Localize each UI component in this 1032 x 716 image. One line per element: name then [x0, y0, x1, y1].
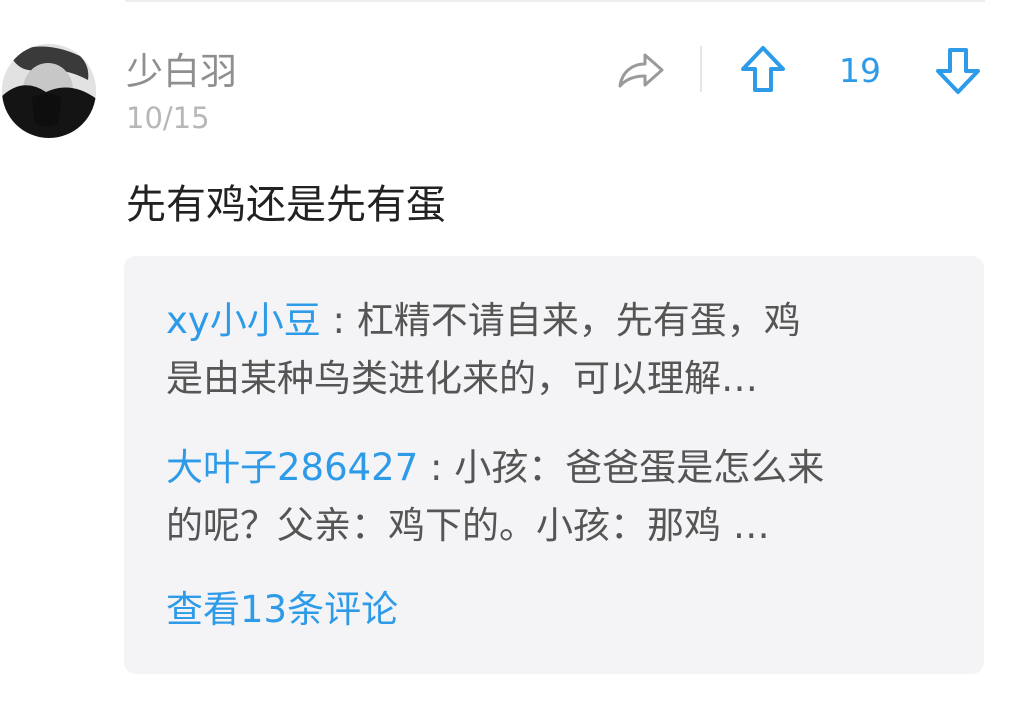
reply-text-continued: 是由某种鸟类进化来的，可以理解… [166, 357, 758, 400]
reply-item[interactable]: 大叶子286427 : 小孩：爸爸蛋是怎么来 的呢？父亲：鸡下的。小孩：那鸡 … [166, 439, 936, 555]
arrow-up-icon [741, 46, 785, 92]
reply-text-continued: 的呢？父亲：鸡下的。小孩：那鸡 … [166, 504, 770, 547]
reply-item[interactable]: xy小小豆 : 杠精不请自来，先有蛋，鸡 是由某种鸟类进化来的，可以理解… [166, 292, 936, 408]
vote-count: 19 [839, 51, 881, 90]
reply-text: : 小孩：爸爸蛋是怎么来 [418, 446, 825, 489]
share-arrow-icon [618, 53, 664, 88]
reply-author[interactable]: 大叶子286427 [166, 446, 418, 489]
reply-first-line: 大叶子286427 : 小孩：爸爸蛋是怎么来 [166, 439, 936, 497]
see-all-comments-link[interactable]: 查看13条评论 [166, 584, 398, 636]
upvote-button[interactable] [738, 44, 788, 96]
action-divider [700, 46, 702, 92]
avatar[interactable] [2, 44, 96, 138]
share-button[interactable] [616, 46, 666, 96]
avatar-image [2, 44, 96, 138]
reply-preview-box[interactable]: xy小小豆 : 杠精不请自来，先有蛋，鸡 是由某种鸟类进化来的，可以理解… 大叶… [124, 256, 984, 674]
username[interactable]: 少白羽 [126, 50, 237, 94]
reply-text: : 杠精不请自来，先有蛋，鸡 [320, 299, 801, 342]
top-divider [125, 0, 985, 2]
reply-first-line: xy小小豆 : 杠精不请自来，先有蛋，鸡 [166, 292, 936, 350]
post-date: 10/15 [126, 101, 210, 135]
post-content: 先有鸡还是先有蛋 [126, 182, 446, 228]
reply-author[interactable]: xy小小豆 [166, 299, 321, 342]
downvote-button[interactable] [933, 44, 983, 96]
arrow-down-icon [936, 48, 980, 94]
